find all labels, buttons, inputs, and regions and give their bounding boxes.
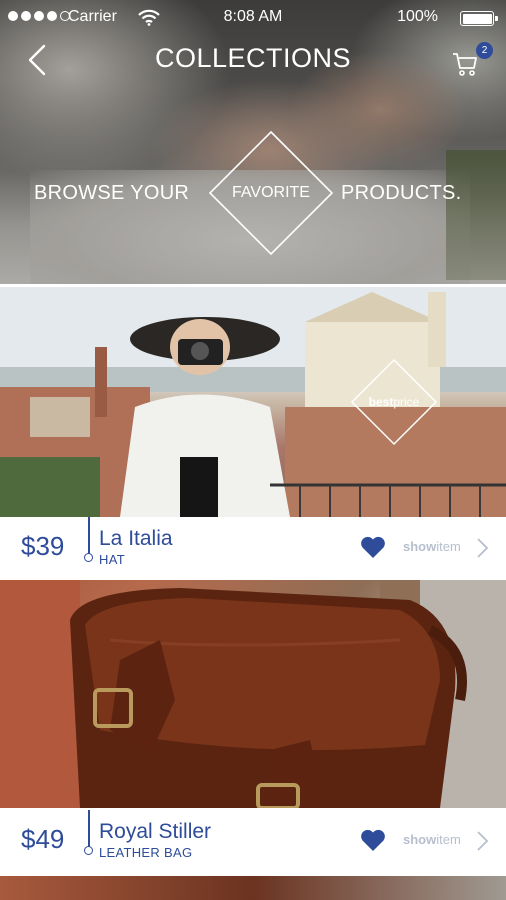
show-item-light: item xyxy=(436,832,461,847)
chevron-right-icon[interactable] xyxy=(475,830,489,852)
divider-dot xyxy=(84,846,93,855)
best-price-badge: best price xyxy=(350,358,438,446)
hero-text-right: PRODUCTS. xyxy=(341,182,462,204)
divider-line xyxy=(88,517,90,555)
show-item-bold: show xyxy=(403,539,437,554)
cart-button[interactable]: 2 xyxy=(452,42,496,80)
product-type: LEATHER BAG xyxy=(99,845,193,860)
product-price: $39 xyxy=(21,531,65,561)
product-price: $49 xyxy=(21,824,65,854)
battery-percent: 100% xyxy=(397,8,438,25)
divider-line xyxy=(88,810,90,848)
hero-banner: Carrier 8:08 AM 100% COLLECTIONS 2 BROWS… xyxy=(0,0,506,284)
battery-icon xyxy=(460,11,498,26)
divider-dot xyxy=(84,553,93,562)
show-item-bold: show xyxy=(403,832,437,847)
product-name: La Italia xyxy=(99,527,173,550)
product-image-leather-bag[interactable] xyxy=(0,580,506,808)
cart-count-badge: 2 xyxy=(476,42,493,59)
hero-text-center: FAVORITE xyxy=(232,184,310,201)
product-photo-bag xyxy=(0,580,506,808)
hero-text-left: BROWSE YOUR xyxy=(34,182,190,204)
show-item-light: item xyxy=(436,539,461,554)
best-price-badge-light: price xyxy=(393,395,420,409)
product-info-bar[interactable]: $39 La Italia HAT showitem xyxy=(0,517,506,577)
product-info-bar[interactable]: $49 Royal Stiller LEATHER BAG showitem xyxy=(0,810,506,870)
page-title: COLLECTIONS xyxy=(154,43,352,73)
best-price-badge-bold: best xyxy=(368,395,394,409)
cart-icon xyxy=(453,53,477,76)
show-item-link[interactable]: showitem xyxy=(403,539,461,554)
product-type: HAT xyxy=(99,552,125,567)
product-image-next[interactable] xyxy=(0,876,506,900)
product-name: Royal Stiller xyxy=(99,820,212,843)
status-bar: Carrier 8:08 AM 100% xyxy=(0,0,506,36)
heart-icon[interactable] xyxy=(360,828,386,852)
heart-icon[interactable] xyxy=(360,535,386,559)
show-item-link[interactable]: showitem xyxy=(403,832,461,847)
chevron-right-icon[interactable] xyxy=(475,537,489,559)
